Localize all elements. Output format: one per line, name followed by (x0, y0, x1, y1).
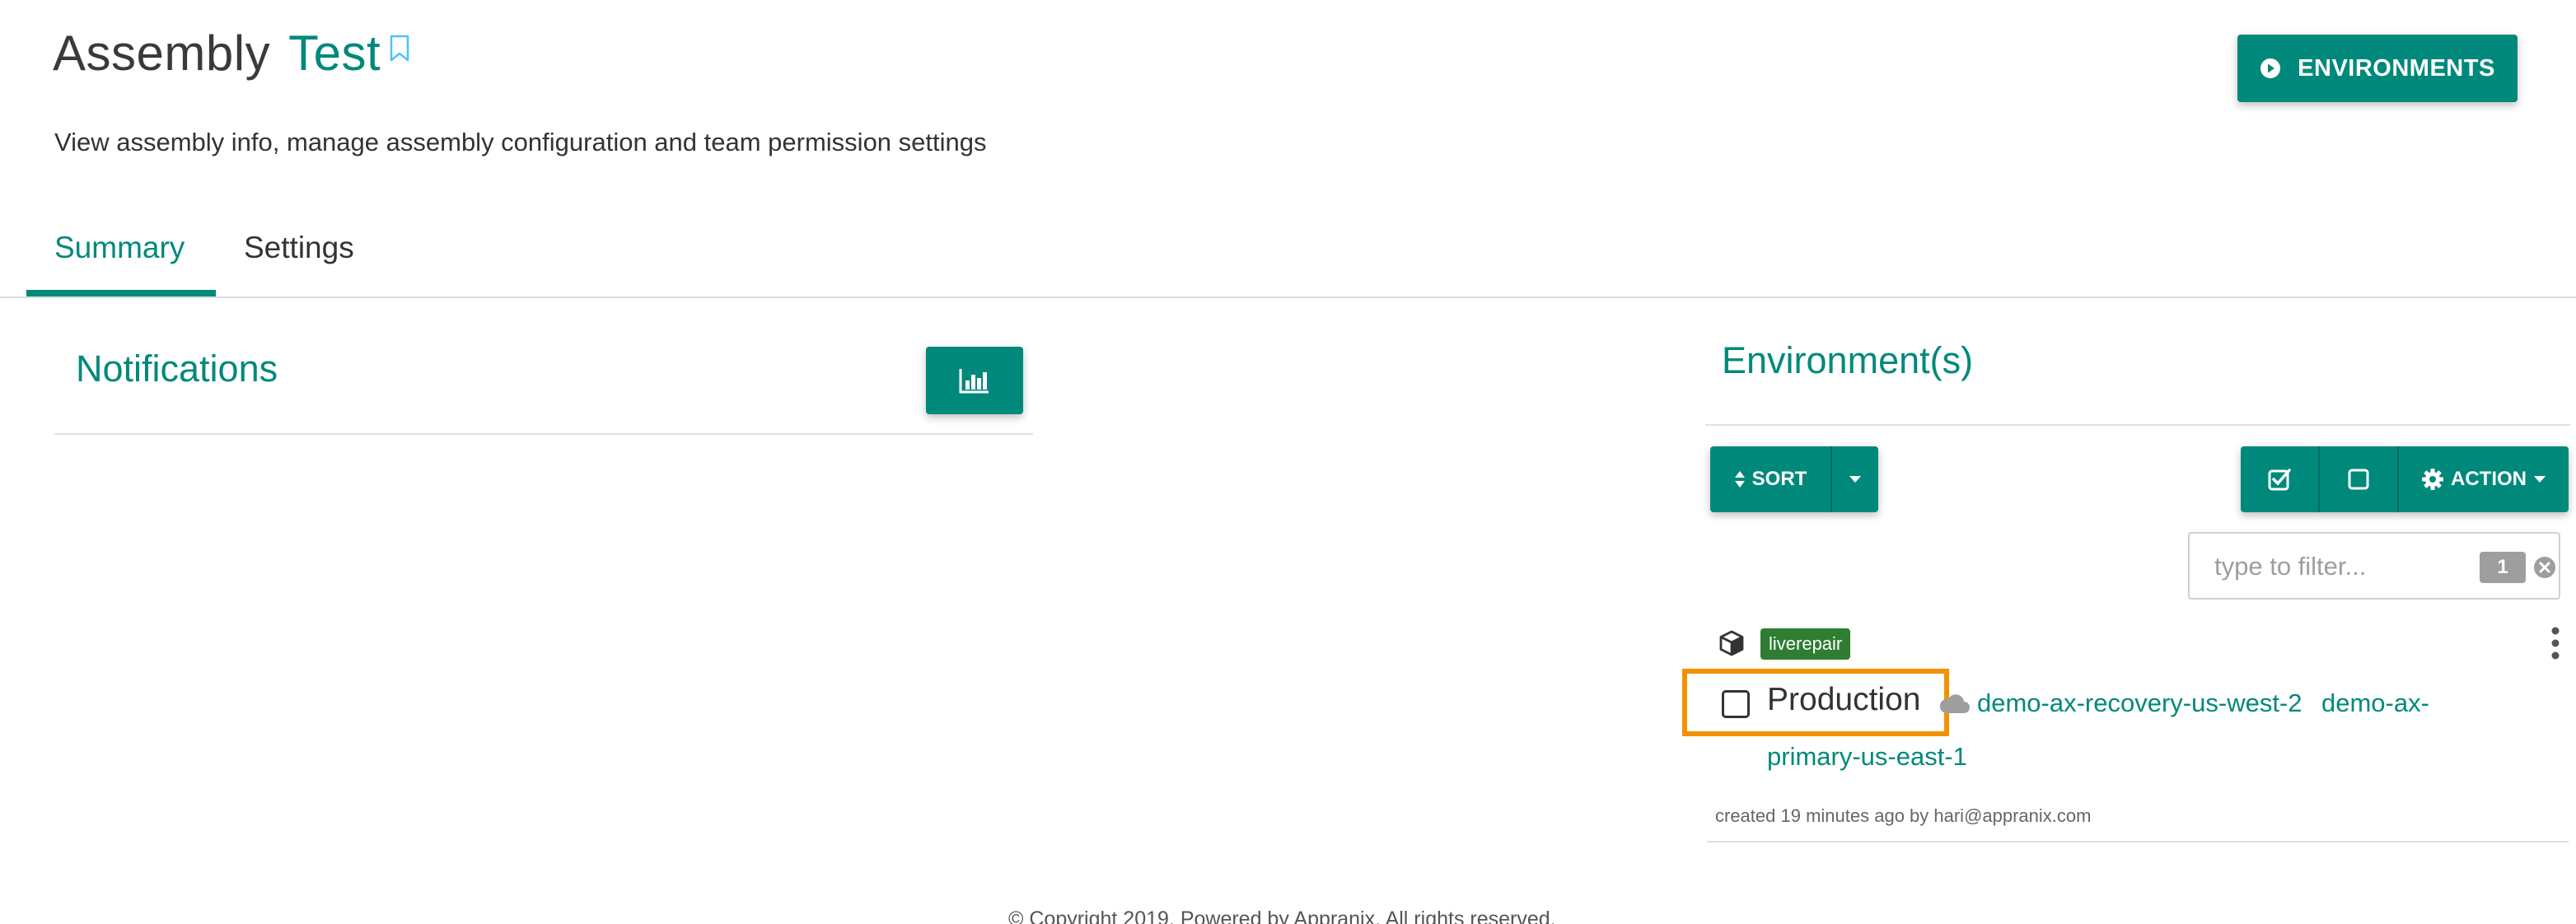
empty-square-icon (2348, 469, 2369, 490)
notifications-chart-button[interactable] (926, 347, 1023, 414)
cloud-link-primary-part2[interactable]: primary-us-east-1 (1767, 742, 1967, 772)
tab-summary[interactable]: Summary (54, 231, 185, 265)
footer-copyright: © Copyright 2019. Powered by Appranix. A… (1008, 908, 1556, 924)
environments-button[interactable]: ENVIRONMENTS (2237, 35, 2518, 102)
environments-button-label: ENVIRONMENTS (2298, 54, 2495, 82)
clear-filter-icon[interactable] (2532, 555, 2557, 580)
sort-button[interactable]: SORT (1710, 446, 1830, 512)
env-item-divider (1707, 841, 2569, 842)
play-circle-icon (2260, 58, 2281, 78)
caret-down-icon (1849, 476, 1861, 483)
filter-input[interactable] (2214, 550, 2461, 583)
env-profile-badge: liverepair (1760, 628, 1851, 660)
page-title: Assembly Test (53, 25, 410, 82)
more-options-icon[interactable] (2549, 626, 2562, 660)
sort-dropdown-toggle[interactable] (1830, 446, 1878, 512)
env-created-info: created 19 minutes ago by hari@appranix.… (1715, 805, 2092, 826)
checked-square-icon (2268, 469, 2291, 491)
tab-settings[interactable]: Settings (244, 231, 354, 265)
bookmark-icon[interactable] (389, 35, 410, 63)
environments-title: Environment(s) (1722, 339, 1974, 381)
cloud-link-recovery[interactable]: demo-ax-recovery-us-west-2 (1977, 688, 2303, 718)
cloud-icon (1939, 694, 1970, 713)
bar-chart-icon (959, 369, 989, 394)
deselect-all-button[interactable] (2320, 446, 2399, 512)
sort-button-group: SORT (1710, 446, 1878, 512)
cloud-link-primary-part1[interactable]: demo-ax- (2321, 688, 2429, 718)
gear-icon (2422, 469, 2443, 490)
action-button-label: ACTION (2451, 468, 2527, 490)
page-subtitle: View assembly info, manage assembly conf… (54, 128, 987, 156)
tab-bar: Summary Settings (0, 206, 2576, 298)
env-checkbox[interactable] (1722, 690, 1750, 718)
filter-box: 1 (2188, 532, 2560, 600)
filter-count-badge: 1 (2480, 552, 2526, 583)
action-dropdown-button[interactable]: ACTION (2399, 446, 2569, 512)
action-button-group: ACTION (2241, 446, 2569, 512)
active-tab-indicator (26, 290, 216, 296)
sort-button-label: SORT (1751, 468, 1807, 490)
sort-icon (1734, 471, 1745, 488)
page-title-main: Assembly (53, 26, 271, 81)
caret-down-icon (2534, 476, 2546, 483)
cube-icon (1719, 630, 1744, 656)
page-header: Assembly Test (53, 25, 410, 82)
environments-divider (1705, 424, 2570, 426)
page-title-accent: Test (288, 26, 381, 81)
notifications-title: Notifications (76, 348, 278, 390)
env-name-link[interactable]: Production (1767, 682, 1920, 718)
notifications-divider (54, 433, 1033, 435)
select-all-button[interactable] (2241, 446, 2320, 512)
